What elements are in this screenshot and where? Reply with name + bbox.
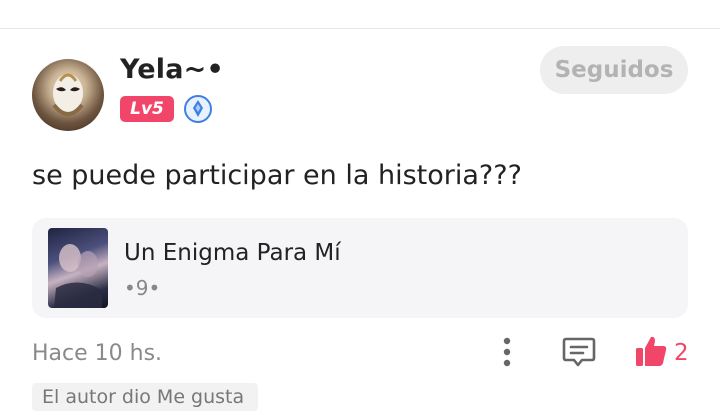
story-title: Un Enigma Para Mí <box>124 240 341 266</box>
level-badge: Lv5 <box>120 96 174 122</box>
avatar[interactable] <box>32 59 104 131</box>
more-vertical-icon[interactable] <box>496 336 518 368</box>
story-author: •9• <box>124 276 161 300</box>
comment-text: se puede participar en la historia??? <box>32 160 522 191</box>
follow-button[interactable]: Seguidos <box>540 46 688 94</box>
author-liked-tag: El autor dio Me gusta <box>32 383 259 411</box>
comment-timestamp: Hace 10 hs. <box>32 341 163 366</box>
top-divider <box>0 28 720 29</box>
crystal-badge-icon <box>184 95 212 123</box>
avatar-image <box>52 73 84 116</box>
linked-story-card[interactable]: Un Enigma Para Mí •9• <box>32 218 688 318</box>
username[interactable]: Yela~• <box>120 54 224 85</box>
thumbs-up-icon[interactable] <box>634 334 668 368</box>
story-cover-image <box>48 228 108 308</box>
like-count: 2 <box>674 340 689 366</box>
comment-reply-icon[interactable] <box>562 336 596 368</box>
